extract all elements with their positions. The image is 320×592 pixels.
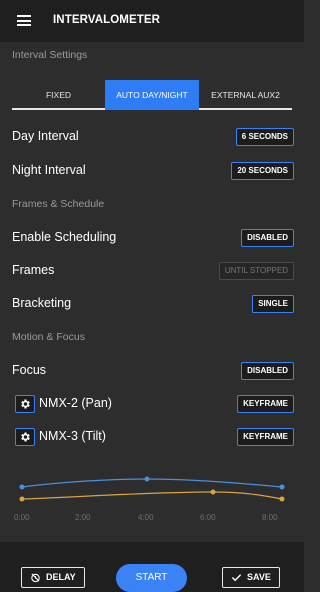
gear-icon — [21, 432, 30, 442]
chart-tick-label: 4:00 — [138, 513, 154, 522]
delay-button-label: DELAY — [46, 572, 76, 582]
menu-icon[interactable] — [17, 15, 31, 26]
night-interval-button[interactable]: 20 SECONDS — [231, 162, 294, 180]
nmx3-settings-button[interactable] — [15, 428, 35, 446]
tab-external-aux2[interactable]: EXTERNAL AUX2 — [199, 80, 292, 110]
app-bar: INTERVALOMETER — [0, 0, 304, 42]
night-interval-label: Night Interval — [12, 163, 86, 177]
section-header-frames-schedule: Frames & Schedule — [12, 198, 105, 210]
save-button-label: SAVE — [247, 572, 271, 582]
focus-button[interactable]: DISABLED — [241, 362, 294, 380]
tilt-keyframe-point — [279, 496, 285, 502]
app-title: INTERVALOMETER — [53, 14, 161, 26]
bracketing-button[interactable]: SINGLE — [252, 295, 294, 313]
pan-keyframe-point — [279, 484, 285, 490]
start-button[interactable]: START — [116, 564, 187, 592]
chart-tick-label: 2:00 — [75, 513, 91, 522]
nmx2-label: NMX-2 (Pan) — [39, 396, 112, 410]
tilt-keyframe-point — [19, 496, 25, 502]
day-interval-button[interactable]: 6 SECONDS — [235, 128, 294, 146]
gear-icon — [21, 399, 30, 409]
frames-label: Frames — [12, 263, 55, 277]
interval-mode-tabs: FIXED AUTO DAY/NIGHT EXTERNAL AUX2 — [12, 80, 292, 110]
pan-keyframe-point — [144, 476, 150, 482]
pan-keyframe-point — [19, 484, 25, 490]
bracketing-label: Bracketing — [12, 296, 72, 310]
timer-icon — [31, 573, 40, 583]
enable-scheduling-button[interactable]: DISABLED — [241, 229, 294, 247]
chart-tick-label: 0:00 — [14, 513, 30, 522]
tab-fixed[interactable]: FIXED — [12, 80, 105, 110]
tab-auto-day-night[interactable]: AUTO DAY/NIGHT — [105, 80, 199, 110]
section-header-interval-settings: Interval Settings — [12, 49, 88, 61]
nmx3-label: NMX-3 (Tilt) — [39, 429, 106, 443]
day-interval-label: Day Interval — [12, 129, 79, 143]
nmx3-keyframe-button[interactable]: KEYFRAME — [237, 428, 294, 446]
tilt-keyframe-point — [210, 489, 216, 495]
chart-tick-label: 6:00 — [200, 513, 216, 522]
frames-button[interactable]: UNTIL STOPPED — [218, 262, 294, 280]
enable-scheduling-label: Enable Scheduling — [12, 230, 117, 244]
nmx2-settings-button[interactable] — [15, 395, 35, 413]
delay-button[interactable]: DELAY — [21, 567, 85, 588]
nmx2-keyframe-button[interactable]: KEYFRAME — [237, 395, 294, 413]
section-header-motion-focus: Motion & Focus — [12, 331, 85, 343]
save-button[interactable]: SAVE — [222, 567, 280, 588]
check-icon — [231, 574, 242, 582]
focus-label: Focus — [12, 363, 47, 377]
chart-tick-label: 8:00 — [262, 513, 278, 522]
pan-keyframe-curve — [21, 478, 283, 488]
tilt-keyframe-curve — [21, 491, 283, 500]
